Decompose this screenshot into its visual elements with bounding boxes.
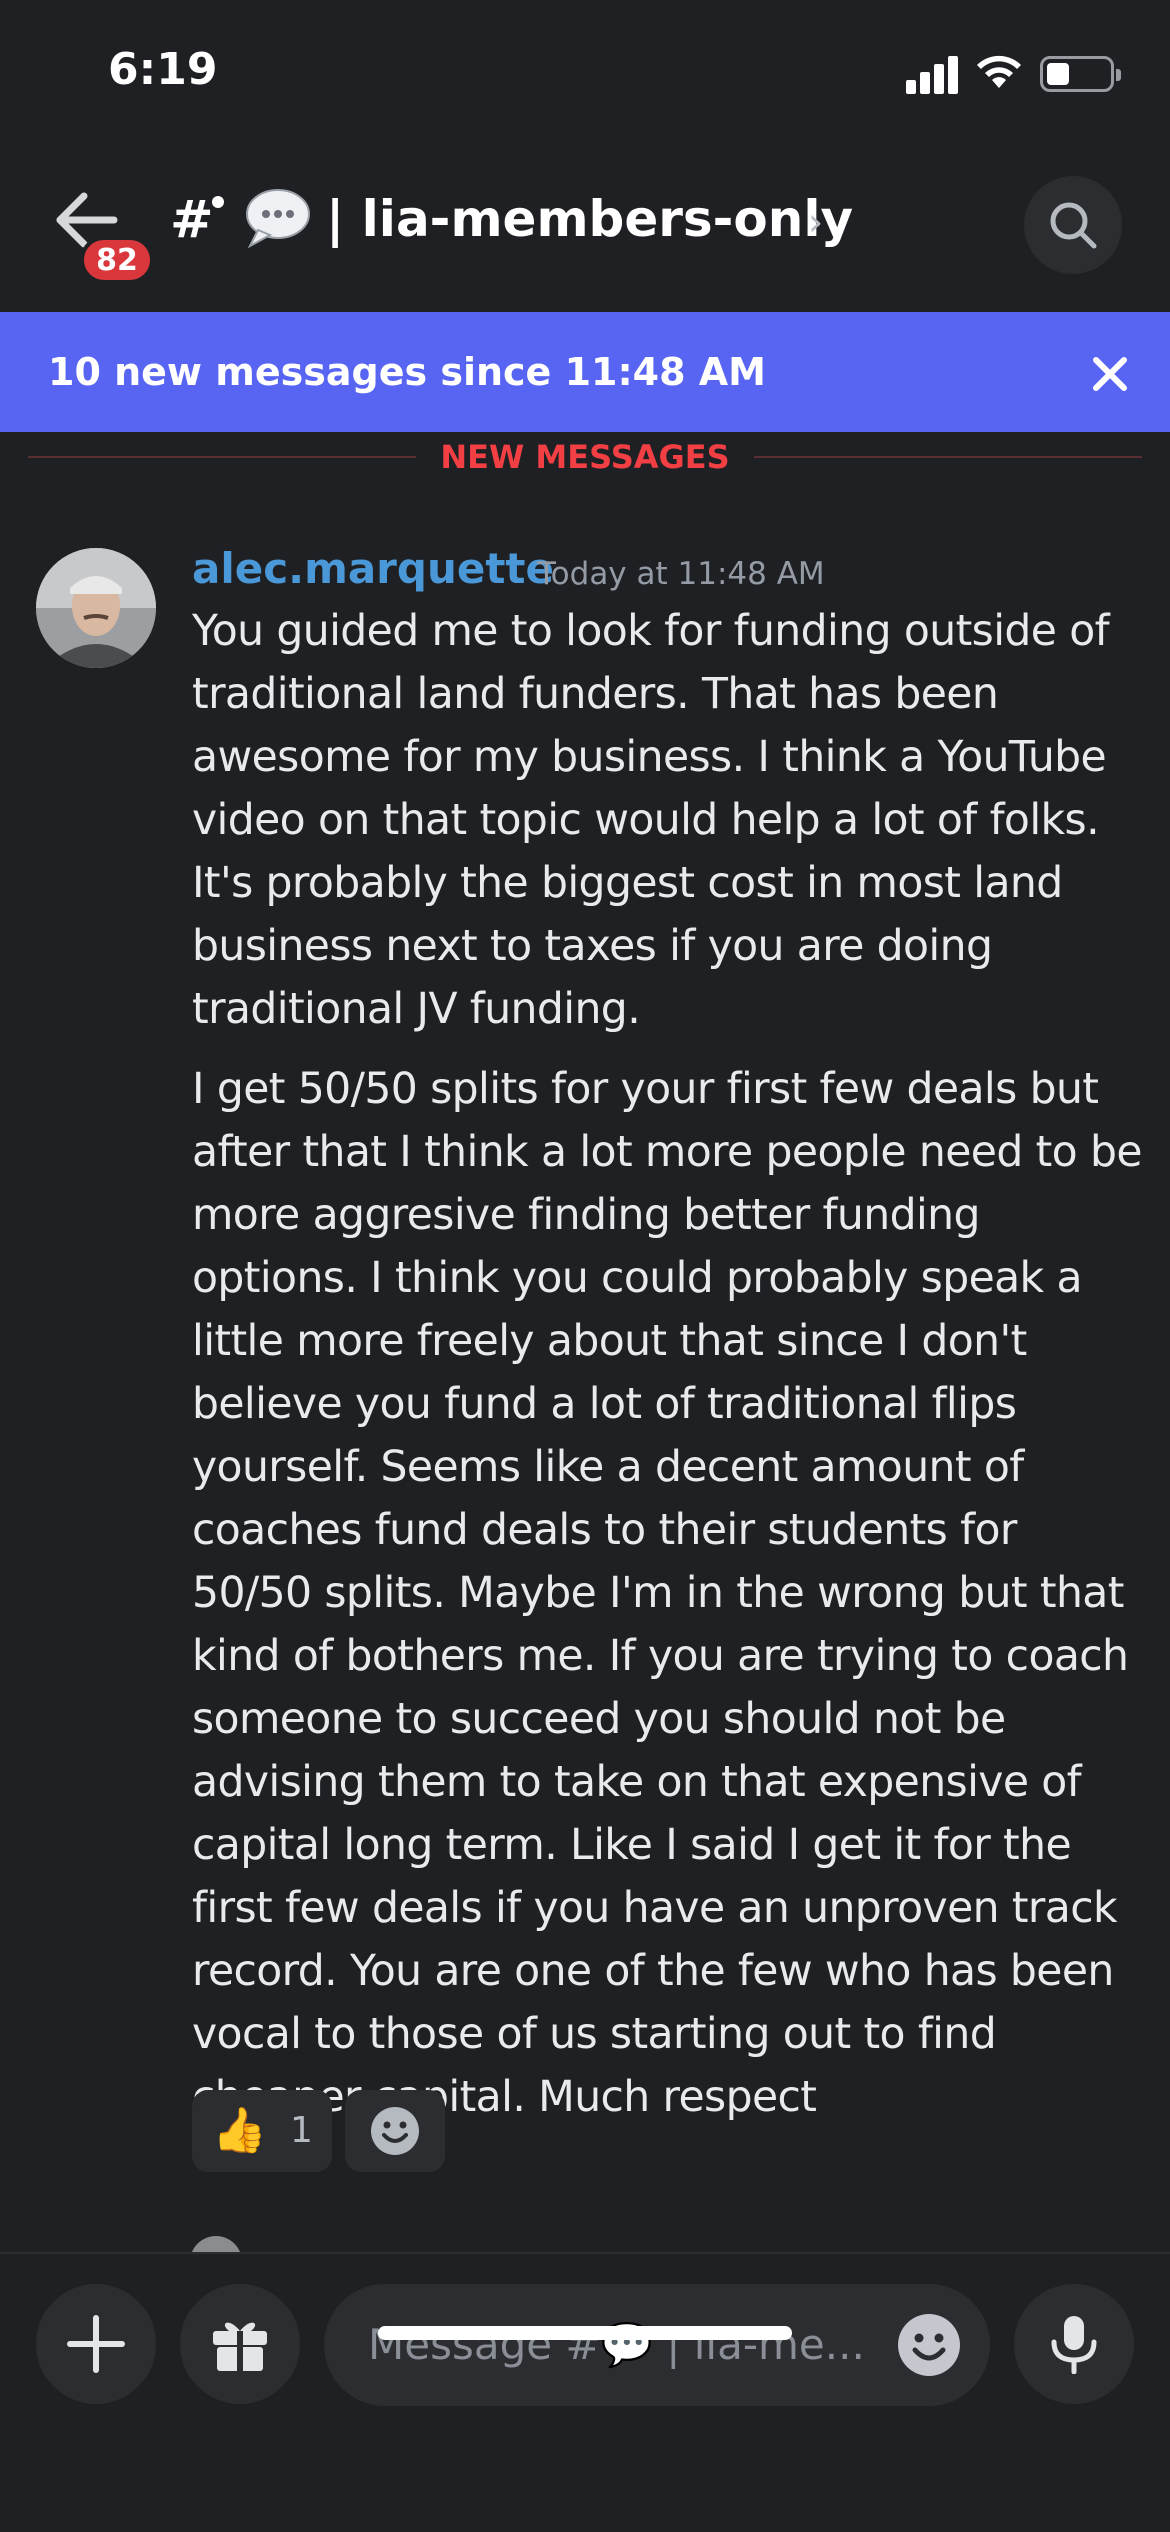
- signal-icon: [906, 54, 960, 94]
- status-bar: 6:19: [0, 0, 1170, 150]
- plus-icon: [67, 2315, 125, 2373]
- status-time: 6:19: [108, 44, 218, 95]
- next-message-avatar: [190, 2236, 242, 2252]
- new-messages-banner-text: 10 new messages since 11:48 AM: [48, 350, 766, 394]
- speech-bubble-emoji-icon: [246, 189, 310, 248]
- channel-hash-icon: #: [170, 190, 214, 250]
- new-messages-divider: NEW MESSAGES: [0, 438, 1170, 476]
- gift-icon: [213, 2322, 267, 2371]
- message-timestamp: Today at 11:48 AM: [537, 556, 825, 592]
- next-message-peek: [0, 2230, 1170, 2252]
- unread-badge: 82: [80, 236, 154, 284]
- channel-header: 82 # | lia-members-only ›: [0, 150, 1170, 310]
- avatar[interactable]: [36, 548, 156, 668]
- reaction-count: 1: [290, 2110, 313, 2151]
- discord-channel-screen: 6:19 82 # | lia-members-only › 10 new me…: [0, 0, 1170, 2532]
- message-composer: Message #💬 | lia-me...: [0, 2252, 1170, 2532]
- add-reaction-button[interactable]: [345, 2090, 445, 2172]
- message-paragraph: I get 50/50 splits for your first few de…: [192, 1065, 1143, 2122]
- channel-lock-dot: [212, 196, 224, 208]
- channel-title[interactable]: | lia-members-only: [326, 190, 853, 248]
- message-author[interactable]: alec.marquette: [192, 544, 554, 593]
- microphone-icon: [1051, 2316, 1097, 2374]
- voice-message-button[interactable]: [1014, 2284, 1134, 2404]
- reaction-thumbs-up[interactable]: 👍 1: [192, 2090, 332, 2172]
- emoji-icon[interactable]: [896, 2312, 962, 2378]
- search-button[interactable]: [1024, 176, 1122, 274]
- home-indicator: [378, 2326, 792, 2340]
- close-icon[interactable]: [1090, 354, 1130, 394]
- gift-button[interactable]: [180, 2284, 300, 2404]
- thumbs-up-emoji-icon: 👍: [212, 2105, 267, 2156]
- new-messages-banner[interactable]: 10 new messages since 11:48 AM: [0, 312, 1170, 432]
- attach-button[interactable]: [36, 2284, 156, 2404]
- emoji-icon: [371, 2107, 419, 2155]
- message-input[interactable]: Message #💬 | lia-me...: [324, 2284, 990, 2406]
- chevron-right-icon[interactable]: ›: [808, 200, 823, 244]
- message-paragraph: You guided me to look for funding outsid…: [192, 607, 1110, 1034]
- new-messages-label: NEW MESSAGES: [416, 438, 754, 476]
- battery-icon: [1040, 56, 1121, 92]
- search-icon: [1050, 202, 1097, 249]
- wifi-icon: [977, 55, 1021, 88]
